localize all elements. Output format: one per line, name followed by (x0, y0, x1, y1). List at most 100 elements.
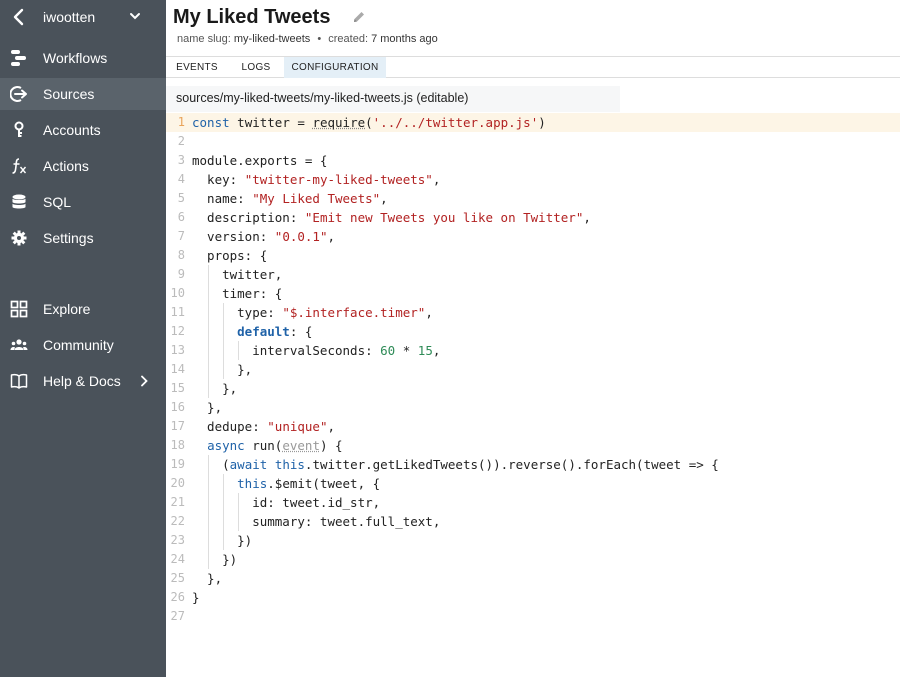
code-text: id: tweet.id_str, (192, 495, 381, 510)
code-text: timer: { (192, 286, 283, 301)
line-number: 1 (177, 115, 185, 129)
sidebar-item-workflows[interactable]: Workflows (0, 42, 166, 74)
code-line[interactable]: 19 (await this.twitter.getLikedTweets())… (166, 455, 900, 474)
sidebar-item-accounts[interactable]: Accounts (0, 114, 166, 146)
line-number: 20 (170, 476, 185, 490)
workflows-icon (11, 50, 26, 66)
code-line[interactable]: 18 async run(event) { (166, 436, 900, 455)
code-line[interactable]: 27 (166, 607, 900, 626)
code-line[interactable]: 16 }, (166, 398, 900, 417)
code-text: twitter, (192, 267, 283, 282)
code-text: }) (192, 552, 238, 567)
code-line[interactable]: 17 dedupe: "unique", (166, 417, 900, 436)
code-line[interactable]: 21 id: tweet.id_str, (166, 493, 900, 512)
code-line[interactable]: 4 key: "twitter-my-liked-tweets", (166, 170, 900, 189)
code-line[interactable]: 2 (166, 132, 900, 151)
code-text: (await this.twitter.getLikedTweets()).re… (192, 457, 719, 472)
line-number: 8 (177, 248, 185, 262)
sidebar-item-label: SQL (43, 194, 72, 210)
code-line[interactable]: 24 }) (166, 550, 900, 569)
code-line[interactable]: 9 twitter, (166, 265, 900, 284)
page-title: My Liked Tweets (173, 6, 331, 28)
code-line[interactable]: 3 module.exports = { (166, 151, 900, 170)
line-number: 26 (170, 590, 185, 604)
code-text: }, (192, 400, 223, 415)
line-number: 14 (170, 362, 185, 376)
line-number: 9 (177, 267, 185, 281)
code-line[interactable]: 5 name: "My Liked Tweets", (166, 189, 900, 208)
line-number: 24 (170, 552, 185, 566)
code-line[interactable]: 6 description: "Emit new Tweets you like… (166, 208, 900, 227)
code-text: module.exports = { (192, 153, 328, 168)
book-icon (10, 373, 28, 389)
sidebar-item-sources[interactable]: Sources (0, 78, 166, 110)
line-number: 15 (170, 381, 185, 395)
line-number: 18 (170, 438, 185, 452)
sources-icon (10, 86, 27, 102)
line-number: 3 (177, 153, 185, 167)
sidebar-item-label: Settings (43, 230, 94, 246)
code-line[interactable]: 11 type: "$.interface.timer", (166, 303, 900, 322)
line-number: 13 (170, 343, 185, 357)
line-number: 4 (177, 172, 185, 186)
source-meta: name slug: my-liked-tweets • created: 7 … (177, 33, 438, 45)
line-number: 6 (177, 210, 185, 224)
pencil-icon[interactable] (352, 10, 366, 24)
slug-label: name slug: (177, 33, 231, 45)
code-text: description: "Emit new Tweets you like o… (192, 210, 591, 225)
tab-logs[interactable]: LOGS (228, 57, 284, 78)
code-line[interactable]: 14 }, (166, 360, 900, 379)
code-line[interactable]: 22 summary: tweet.full_text, (166, 512, 900, 531)
grid-icon (10, 300, 28, 318)
code-line[interactable]: 13 intervalSeconds: 60 * 15, (166, 341, 900, 360)
code-line[interactable]: 20 this.$emit(tweet, { (166, 474, 900, 493)
line-number: 17 (170, 419, 185, 433)
sidebar-item-label: Workflows (43, 50, 108, 66)
code-text: }) (192, 533, 253, 548)
line-number: 10 (170, 286, 185, 300)
created-label: created: (328, 33, 369, 45)
sidebar-item-community[interactable]: Community (0, 329, 166, 361)
sidebar-item-help-docs[interactable]: Help & Docs (0, 365, 166, 397)
code-editor[interactable]: 1 const twitter = require('../../twitter.… (166, 113, 900, 677)
user-switcher[interactable]: iwootten (0, 0, 166, 34)
username: iwootten (43, 9, 96, 25)
tab-configuration[interactable]: CONFIGURATION (284, 57, 386, 78)
code-text: } (192, 590, 200, 605)
sidebar-item-settings[interactable]: Settings (0, 222, 166, 254)
code-line[interactable]: 7 version: "0.0.1", (166, 227, 900, 246)
code-line[interactable]: 8 props: { (166, 246, 900, 265)
function-icon (12, 158, 27, 174)
code-text: name: "My Liked Tweets", (192, 191, 388, 206)
tab-events[interactable]: EVENTS (166, 57, 228, 78)
line-number: 27 (170, 609, 185, 623)
code-line[interactable]: 12 default: { (166, 322, 900, 341)
line-number: 2 (177, 134, 185, 148)
back-arrow-icon[interactable] (12, 8, 26, 26)
code-line[interactable]: 15 }, (166, 379, 900, 398)
code-text: version: "0.0.1", (192, 229, 336, 244)
code-text: intervalSeconds: 60 * 15, (192, 343, 441, 358)
code-line[interactable]: 10 timer: { (166, 284, 900, 303)
line-number: 22 (170, 514, 185, 528)
code-line[interactable]: 25 }, (166, 569, 900, 588)
code-text: props: { (192, 248, 268, 263)
code-text: }, (192, 362, 253, 377)
code-text: }, (192, 381, 238, 396)
key-icon (14, 121, 24, 137)
line-number: 16 (170, 400, 185, 414)
sidebar-item-label: Community (43, 337, 114, 353)
sidebar-item-sql[interactable]: SQL (0, 186, 166, 218)
created-value: 7 months ago (371, 33, 438, 45)
code-line[interactable]: 23 }) (166, 531, 900, 550)
chevron-down-icon[interactable] (129, 10, 141, 22)
sidebar-item-explore[interactable]: Explore (0, 293, 166, 325)
code-line[interactable]: 1 const twitter = require('../../twitter.… (166, 113, 900, 132)
sidebar-item-actions[interactable]: Actions (0, 150, 166, 182)
chevron-right-icon (141, 375, 148, 387)
code-line[interactable]: 26} (166, 588, 900, 607)
code-text: default: { (237, 324, 313, 339)
code-text: summary: tweet.full_text, (192, 514, 441, 529)
sidebar-item-label: Help & Docs (43, 373, 121, 389)
code-text: key: "twitter-my-liked-tweets", (192, 172, 441, 187)
